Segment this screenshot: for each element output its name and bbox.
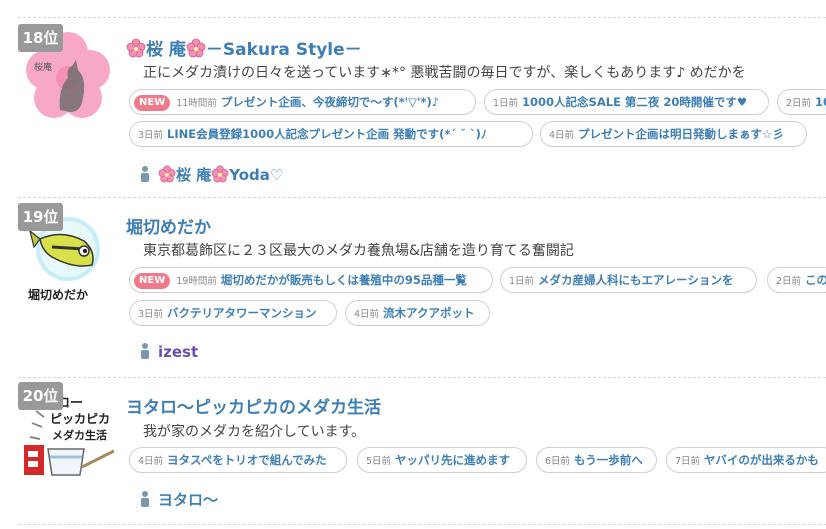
svg-text:ピッカピカ: ピッカピカ xyxy=(50,412,110,426)
blog-title-mid: 桜 庵 xyxy=(146,40,186,60)
post-link[interactable]: 1日前 1000人記念SALE 第二夜 20時開催です♥ xyxy=(484,89,769,115)
post-link[interactable]: 3日前 バクテリアタワーマンション xyxy=(129,300,337,326)
post-time: 5日前 xyxy=(366,456,392,467)
blog-title-end: －Sakura Style－ xyxy=(205,40,362,60)
post-link[interactable]: 4日前 プレゼント企画は明日発動しまぁす☆彡 xyxy=(540,121,807,147)
post-title: もう一歩前へ xyxy=(574,453,643,467)
person-icon xyxy=(141,166,149,182)
author-name: ヨタロ～ xyxy=(158,491,219,509)
post-title: メダカ産婦人科にもエアレーションを xyxy=(538,273,734,287)
blog-description: 我が家のメダカを紹介しています。 xyxy=(143,424,366,440)
blog-title[interactable]: 桜 庵 －Sakura Style－ xyxy=(126,35,362,60)
author-link[interactable]: 桜 庵 Yoda♡ xyxy=(140,164,283,185)
rank-badge: 20位 xyxy=(18,382,63,410)
rank-badge: 18位 xyxy=(18,24,63,52)
post-time: 19時間前 xyxy=(176,276,217,287)
post-title: ヨタスペをトリオで組んでみた xyxy=(167,453,327,467)
post-time: 1日前 xyxy=(493,98,519,109)
author-name: izest xyxy=(158,343,199,361)
post-link[interactable]: NEW 11時間前 プレゼント企画、今夜締切で～す(*'▽'*)♪ xyxy=(129,89,476,115)
post-title: 10 xyxy=(815,95,826,109)
author-name: 桜 庵 xyxy=(176,166,212,184)
blog-description: 東京都葛飾区に２３区最大のメダカ養魚場&店舗を造り育てる奮闘記 xyxy=(143,243,574,259)
post-time: 3日前 xyxy=(138,130,164,141)
separator xyxy=(18,197,826,198)
separator xyxy=(18,377,826,378)
post-title: LINE会員登録1000人記念プレゼント企画 発動です(*´ ˘ `)ﾉ xyxy=(167,127,487,141)
sakura-icon xyxy=(126,38,146,58)
person-icon xyxy=(141,343,149,359)
author-link[interactable]: ヨタロ～ xyxy=(140,489,218,510)
post-link[interactable]: 7日前 ヤバイのが出来るかも xyxy=(666,447,826,473)
post-link[interactable]: 5日前 ヤッパリ先に進めます xyxy=(357,447,527,473)
blog-title[interactable]: 堀切めだか xyxy=(126,213,211,238)
post-title: この xyxy=(805,273,826,287)
post-time: 1日前 xyxy=(509,276,535,287)
post-time: 2日前 xyxy=(786,98,812,109)
post-link[interactable]: 4日前 流木アクアポット xyxy=(345,300,490,326)
post-time: 4日前 xyxy=(138,456,164,467)
post-title: バクテリアタワーマンション xyxy=(167,306,317,320)
post-link[interactable]: 2日前 この xyxy=(767,267,826,293)
svg-text:桜庵: 桜庵 xyxy=(34,61,52,73)
separator xyxy=(18,17,826,18)
post-title: プレゼント企画、今夜締切で～す(*'▽'*)♪ xyxy=(220,95,440,109)
sakura-icon xyxy=(186,38,206,58)
post-link[interactable]: 2日前10 xyxy=(777,89,826,115)
post-link[interactable]: 3日前 LINE会員登録1000人記念プレゼント企画 発動です(*´ ˘ `)ﾉ xyxy=(129,121,533,147)
post-title: 堀切めだかが販売もしくは養殖中の95品種一覧 xyxy=(220,273,467,287)
author-link[interactable]: izest xyxy=(140,343,198,361)
post-time: 4日前 xyxy=(549,130,575,141)
post-title: プレゼント企画は明日発動しまぁす☆彡 xyxy=(578,127,784,141)
post-title: 流木アクアポット xyxy=(383,306,475,320)
blog-title[interactable]: ヨタロ～ピッカピカのメダカ生活 xyxy=(126,393,381,418)
person-icon xyxy=(141,491,149,507)
post-time: 3日前 xyxy=(138,309,164,320)
sakura-icon xyxy=(211,165,229,183)
post-link[interactable]: 1日前 メダカ産婦人科にもエアレーションを xyxy=(500,267,757,293)
blog-description: 正にメダカ漬けの日々を送っています∗*° 悪戦苦闘の毎日ですが、楽しくもあります… xyxy=(143,65,746,81)
post-title: ヤッパリ先に進めます xyxy=(395,453,511,467)
new-badge: NEW xyxy=(134,273,171,289)
rank-badge: 19位 xyxy=(18,203,63,231)
post-link[interactable]: 6日前 もう一歩前へ xyxy=(536,447,657,473)
post-time: 6日前 xyxy=(545,456,571,467)
separator xyxy=(18,524,826,525)
post-time: 4日前 xyxy=(354,309,380,320)
post-time: 7日前 xyxy=(675,456,701,467)
post-title: ヤバイのが出来るかも xyxy=(704,453,819,467)
post-title: 1000人記念SALE 第二夜 20時開催です♥ xyxy=(522,95,748,109)
svg-text:メダカ生活: メダカ生活 xyxy=(52,428,107,442)
author-suffix: Yoda♡ xyxy=(229,166,284,184)
post-time: 2日前 xyxy=(776,276,802,287)
svg-text:堀切めだか: 堀切めだか xyxy=(28,287,88,302)
new-badge: NEW xyxy=(134,95,171,111)
sakura-icon xyxy=(158,165,176,183)
post-time: 11時間前 xyxy=(176,98,217,109)
post-link[interactable]: NEW 19時間前 堀切めだかが販売もしくは養殖中の95品種一覧 xyxy=(129,267,493,293)
post-link[interactable]: 4日前 ヨタスペをトリオで組んでみた xyxy=(129,447,347,473)
